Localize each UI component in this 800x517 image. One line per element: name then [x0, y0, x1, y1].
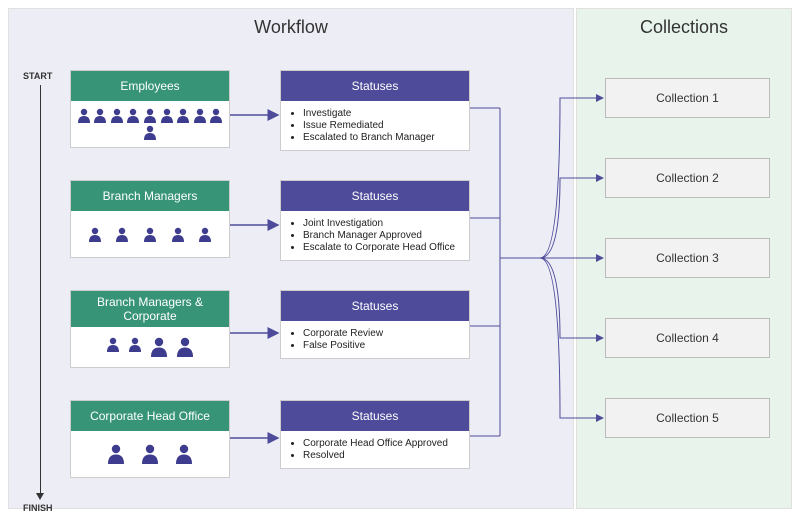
status-item: Branch Manager Approved	[303, 230, 463, 241]
collection-box-4: Collection 4	[605, 318, 770, 358]
status-box-2: Statuses Joint Investigation Branch Mana…	[280, 180, 470, 261]
collection-box-1: Collection 1	[605, 78, 770, 118]
person-icon	[151, 337, 167, 357]
person-icon	[210, 108, 222, 123]
workflow-title: Workflow	[9, 17, 573, 38]
role-header-corporate-ho: Corporate Head Office	[71, 401, 229, 431]
flow-line	[40, 85, 41, 495]
collection-box-5: Collection 5	[605, 398, 770, 438]
collection-label: Collection 4	[656, 331, 719, 345]
role-header-branch-managers: Branch Managers	[71, 181, 229, 211]
status-box-4: Statuses Corporate Head Office Approved …	[280, 400, 470, 469]
person-icon	[78, 108, 90, 123]
person-icon	[94, 108, 106, 123]
person-icon	[108, 444, 124, 464]
role-employees: Employees	[70, 70, 230, 148]
person-icon	[111, 108, 123, 123]
role-body-corporate-ho	[71, 431, 229, 477]
role-branch-managers: Branch Managers	[70, 180, 230, 258]
person-icon	[116, 227, 128, 242]
person-icon	[199, 227, 211, 242]
person-icon	[176, 444, 192, 464]
person-icon	[89, 227, 101, 242]
collection-box-2: Collection 2	[605, 158, 770, 198]
status-list-1: Investigate Issue Remediated Escalated t…	[281, 101, 469, 150]
collection-box-3: Collection 3	[605, 238, 770, 278]
person-icon	[161, 108, 173, 123]
status-list-4: Corporate Head Office Approved Resolved	[281, 431, 469, 468]
role-header-employees: Employees	[71, 71, 229, 101]
role-body-employees	[71, 101, 229, 147]
status-item: Issue Remediated	[303, 120, 463, 131]
flow-arrowhead-icon	[36, 493, 44, 500]
role-branch-corporate: Branch Managers & Corporate	[70, 290, 230, 368]
status-item: Corporate Review	[303, 328, 463, 339]
status-item: Joint Investigation	[303, 218, 463, 229]
status-list-2: Joint Investigation Branch Manager Appro…	[281, 211, 469, 260]
person-icon	[177, 108, 189, 123]
status-item: False Positive	[303, 340, 463, 351]
collection-label: Collection 1	[656, 91, 719, 105]
person-icon	[177, 337, 193, 357]
collections-title: Collections	[577, 17, 791, 38]
role-corporate-ho: Corporate Head Office	[70, 400, 230, 478]
person-icon	[144, 227, 156, 242]
person-icon	[129, 337, 141, 352]
status-item: Corporate Head Office Approved	[303, 438, 463, 449]
status-box-3: Statuses Corporate Review False Positive	[280, 290, 470, 359]
person-icon	[144, 108, 156, 123]
role-body-branch-corporate	[71, 327, 229, 367]
status-header-2: Statuses	[281, 181, 469, 211]
collection-label: Collection 3	[656, 251, 719, 265]
status-item: Investigate	[303, 108, 463, 119]
role-body-branch-managers	[71, 211, 229, 257]
status-box-1: Statuses Investigate Issue Remediated Es…	[280, 70, 470, 151]
status-list-3: Corporate Review False Positive	[281, 321, 469, 358]
person-icon	[127, 108, 139, 123]
role-header-branch-corporate: Branch Managers & Corporate	[71, 291, 229, 327]
person-icon	[172, 227, 184, 242]
status-item: Resolved	[303, 450, 463, 461]
status-header-1: Statuses	[281, 71, 469, 101]
status-item: Escalated to Branch Manager	[303, 132, 463, 143]
status-item: Escalate to Corporate Head Office	[303, 242, 463, 253]
person-icon	[194, 108, 206, 123]
collection-label: Collection 5	[656, 411, 719, 425]
person-icon	[107, 337, 119, 352]
status-header-3: Statuses	[281, 291, 469, 321]
finish-label: FINISH	[23, 503, 53, 513]
status-header-4: Statuses	[281, 401, 469, 431]
collection-label: Collection 2	[656, 171, 719, 185]
person-icon	[144, 125, 156, 140]
person-icon	[142, 444, 158, 464]
start-label: START	[23, 71, 52, 81]
